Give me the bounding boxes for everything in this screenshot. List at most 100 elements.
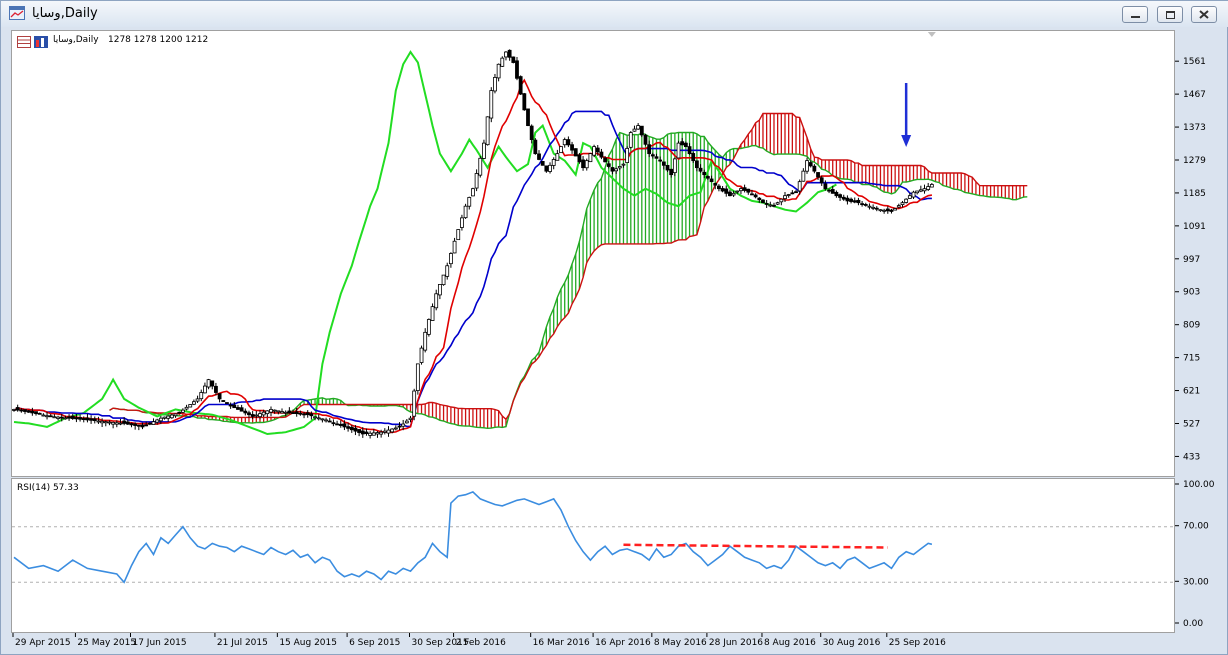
candle-body [665,164,670,171]
candle-body [801,170,806,182]
candle-body [926,186,931,190]
candle-body [441,274,446,286]
candle-body [199,392,204,400]
candle-body [456,229,461,241]
chart-table-icon [17,36,31,48]
candle-body [92,418,97,422]
time-tick-label: 25 May 2015 [77,638,136,648]
candle-body [397,425,402,428]
candle-body [452,240,457,254]
rsi-tick-label: 100.00 [1183,480,1215,490]
candle-body [103,421,108,424]
candle-body [390,428,395,433]
candle-body [566,139,571,146]
candle-body [687,146,692,155]
candle-body [581,159,585,169]
candle-body [100,420,105,424]
candle-body [856,199,861,204]
minimize-icon [1131,16,1140,18]
rsi-chart[interactable] [12,479,1174,632]
candle-body [816,172,820,178]
candle-body [140,424,145,428]
candle-body [606,163,611,167]
candle-body [507,49,512,58]
candle-body [907,195,912,199]
candle-body [78,417,82,420]
candle-body [808,162,813,167]
candle-body [548,164,552,172]
price-chart[interactable] [12,31,1174,476]
candle-body [694,160,699,169]
price-panel[interactable]: وسایا,Daily 1278 1278 1200 1212 [11,30,1175,477]
candle-body [768,204,773,207]
candle-body [30,410,35,414]
candle-body [144,424,149,427]
candle-body [529,125,534,141]
candle-body [735,190,740,193]
price-tick-label: 1279 [1183,156,1206,166]
candle-body [316,417,321,420]
candle-body [467,197,472,207]
close-button[interactable] [1191,6,1217,23]
candle-body [412,390,417,417]
candle-body [680,141,685,146]
chikou-span-line [13,50,837,436]
candle-body [158,417,163,422]
minimize-button[interactable] [1122,6,1148,23]
candle-body [757,197,762,201]
restore-button[interactable] [1157,6,1183,23]
candle-body [614,168,619,172]
candle-body [794,191,798,194]
candle-body [408,417,413,420]
time-tick-label: 30 Aug 2016 [823,638,881,648]
candle-body [610,167,615,172]
candle-body [698,167,703,172]
candle-body [551,159,556,166]
candle-body [15,407,20,411]
candle-body [739,188,743,192]
candle-body [85,417,90,421]
candle-body [155,419,160,423]
tenkan-sen-line [13,78,933,434]
candle-body [437,284,442,296]
candle-body [375,432,380,435]
price-tick-label: 1467 [1183,90,1206,100]
candle-body [772,204,776,207]
price-tick-label: 715 [1183,354,1200,364]
candle-body [489,90,494,119]
candle-body [261,411,266,416]
candle-body [500,57,505,67]
candle-body [272,409,277,412]
time-tick-label: 21 Jul 2015 [217,638,268,648]
candle-body [309,413,314,417]
rsi-panel[interactable]: RSI(14) 57.33 [11,478,1175,633]
candle-body [147,422,152,425]
time-tick-label: 8 May 2016 [654,638,707,648]
candle-body [515,60,519,79]
candle-body [45,415,49,418]
candle-body [562,139,567,146]
candle-body [683,142,688,148]
rsi-label: RSI(14) 57.33 [17,483,79,493]
candle-body [867,205,872,208]
candle-body [617,166,622,169]
candle-body [70,415,75,419]
candle-body [379,431,384,435]
candle-body [434,293,439,309]
candle-body [753,194,758,198]
rsi-trendline [623,543,888,549]
candle-body [56,416,60,419]
candle-body [81,418,86,420]
candle-body [162,416,167,419]
current-bar-marker [927,32,936,37]
candle-body [254,414,259,417]
candle-body [639,125,644,136]
candle-body [166,415,171,419]
candle-body [221,400,226,402]
candle-body [540,161,545,166]
price-tick-label: 809 [1183,321,1200,331]
candle-body [779,198,784,203]
title-bar[interactable]: وسایا,Daily [1,1,1228,27]
candle-body [915,190,920,194]
candle-body [136,424,141,427]
